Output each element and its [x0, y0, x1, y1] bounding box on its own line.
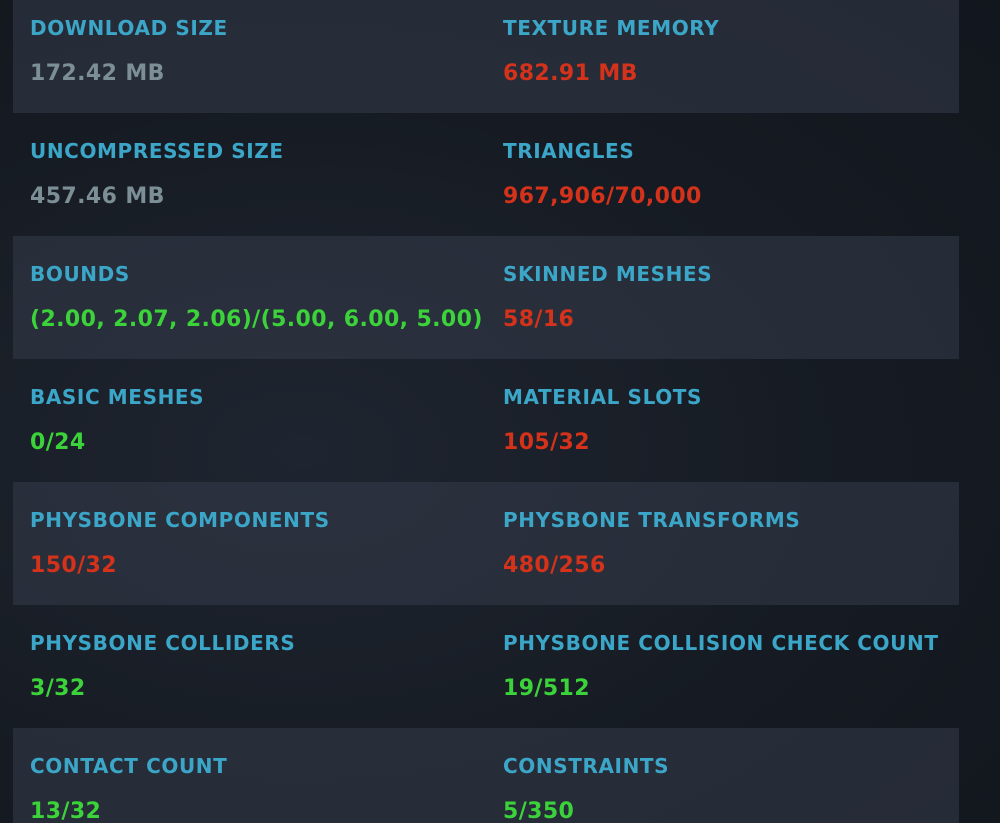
stat-physbone-colliders: PHYSBONE COLLIDERS 3/32 — [13, 605, 486, 728]
stat-label: SKINNED MESHES — [503, 262, 713, 286]
stat-texture-memory: TEXTURE MEMORY 682.91 MB — [486, 0, 959, 113]
stat-value: 150/32 — [30, 553, 117, 578]
stat-label: BOUNDS — [30, 262, 130, 286]
stat-label: UNCOMPRESSED SIZE — [30, 139, 284, 163]
stat-row-uncompressed-triangles: UNCOMPRESSED SIZE 457.46 MB TRIANGLES 96… — [13, 113, 959, 236]
stat-label: CONSTRAINTS — [503, 754, 670, 778]
stat-value: 682.91 MB — [503, 61, 638, 86]
stat-bounds: BOUNDS (2.00, 2.07, 2.06)/(5.00, 6.00, 5… — [13, 236, 486, 359]
stat-value: 105/32 — [503, 430, 590, 455]
stat-label: BASIC MESHES — [30, 385, 205, 409]
stat-value: 172.42 MB — [30, 61, 165, 86]
stat-physbone-transforms: PHYSBONE TRANSFORMS 480/256 — [486, 482, 959, 605]
stat-row-physbone-colliders-collision: PHYSBONE COLLIDERS 3/32 PHYSBONE COLLISI… — [13, 605, 959, 728]
stat-value: 0/24 — [30, 430, 86, 455]
stat-row-download-texture: DOWNLOAD SIZE 172.42 MB TEXTURE MEMORY 6… — [13, 0, 959, 113]
stat-row-basic-material: BASIC MESHES 0/24 MATERIAL SLOTS 105/32 — [13, 359, 959, 482]
stat-label: PHYSBONE COLLIDERS — [30, 631, 296, 655]
stat-basic-meshes: BASIC MESHES 0/24 — [13, 359, 486, 482]
stat-value: 5/350 — [503, 799, 575, 823]
stat-label: TEXTURE MEMORY — [503, 16, 720, 40]
stat-uncompressed-size: UNCOMPRESSED SIZE 457.46 MB — [13, 113, 486, 236]
stat-label: DOWNLOAD SIZE — [30, 16, 228, 40]
stat-physbone-components: PHYSBONE COMPONENTS 150/32 — [13, 482, 486, 605]
stat-label: TRIANGLES — [503, 139, 635, 163]
stat-label: PHYSBONE COMPONENTS — [30, 508, 330, 532]
stat-value: 967,906/70,000 — [503, 184, 702, 209]
stat-value: 13/32 — [30, 799, 102, 823]
stat-contact-count: CONTACT COUNT 13/32 — [13, 728, 486, 823]
stat-triangles: TRIANGLES 967,906/70,000 — [486, 113, 959, 236]
stat-label: CONTACT COUNT — [30, 754, 228, 778]
stat-value: 19/512 — [503, 676, 590, 701]
stat-value: 480/256 — [503, 553, 606, 578]
stat-download-size: DOWNLOAD SIZE 172.42 MB — [13, 0, 486, 113]
stat-label: MATERIAL SLOTS — [503, 385, 703, 409]
stat-row-physbone-components-transforms: PHYSBONE COMPONENTS 150/32 PHYSBONE TRAN… — [13, 482, 959, 605]
stat-value: 3/32 — [30, 676, 86, 701]
stat-physbone-collision-check-count: PHYSBONE COLLISION CHECK COUNT 19/512 — [486, 605, 959, 728]
stat-skinned-meshes: SKINNED MESHES 58/16 — [486, 236, 959, 359]
stat-value: 457.46 MB — [30, 184, 165, 209]
stat-value: 58/16 — [503, 307, 575, 332]
stat-row-contact-constraints: CONTACT COUNT 13/32 CONSTRAINTS 5/350 — [13, 728, 959, 823]
stat-label: PHYSBONE COLLISION CHECK COUNT — [503, 631, 939, 655]
stat-value: (2.00, 2.07, 2.06)/(5.00, 6.00, 5.00) — [30, 307, 483, 332]
stat-material-slots: MATERIAL SLOTS 105/32 — [486, 359, 959, 482]
stat-label: PHYSBONE TRANSFORMS — [503, 508, 801, 532]
stat-row-bounds-skinned: BOUNDS (2.00, 2.07, 2.06)/(5.00, 6.00, 5… — [13, 236, 959, 359]
stat-constraints: CONSTRAINTS 5/350 — [486, 728, 959, 823]
performance-stats-panel: DOWNLOAD SIZE 172.42 MB TEXTURE MEMORY 6… — [13, 0, 959, 823]
